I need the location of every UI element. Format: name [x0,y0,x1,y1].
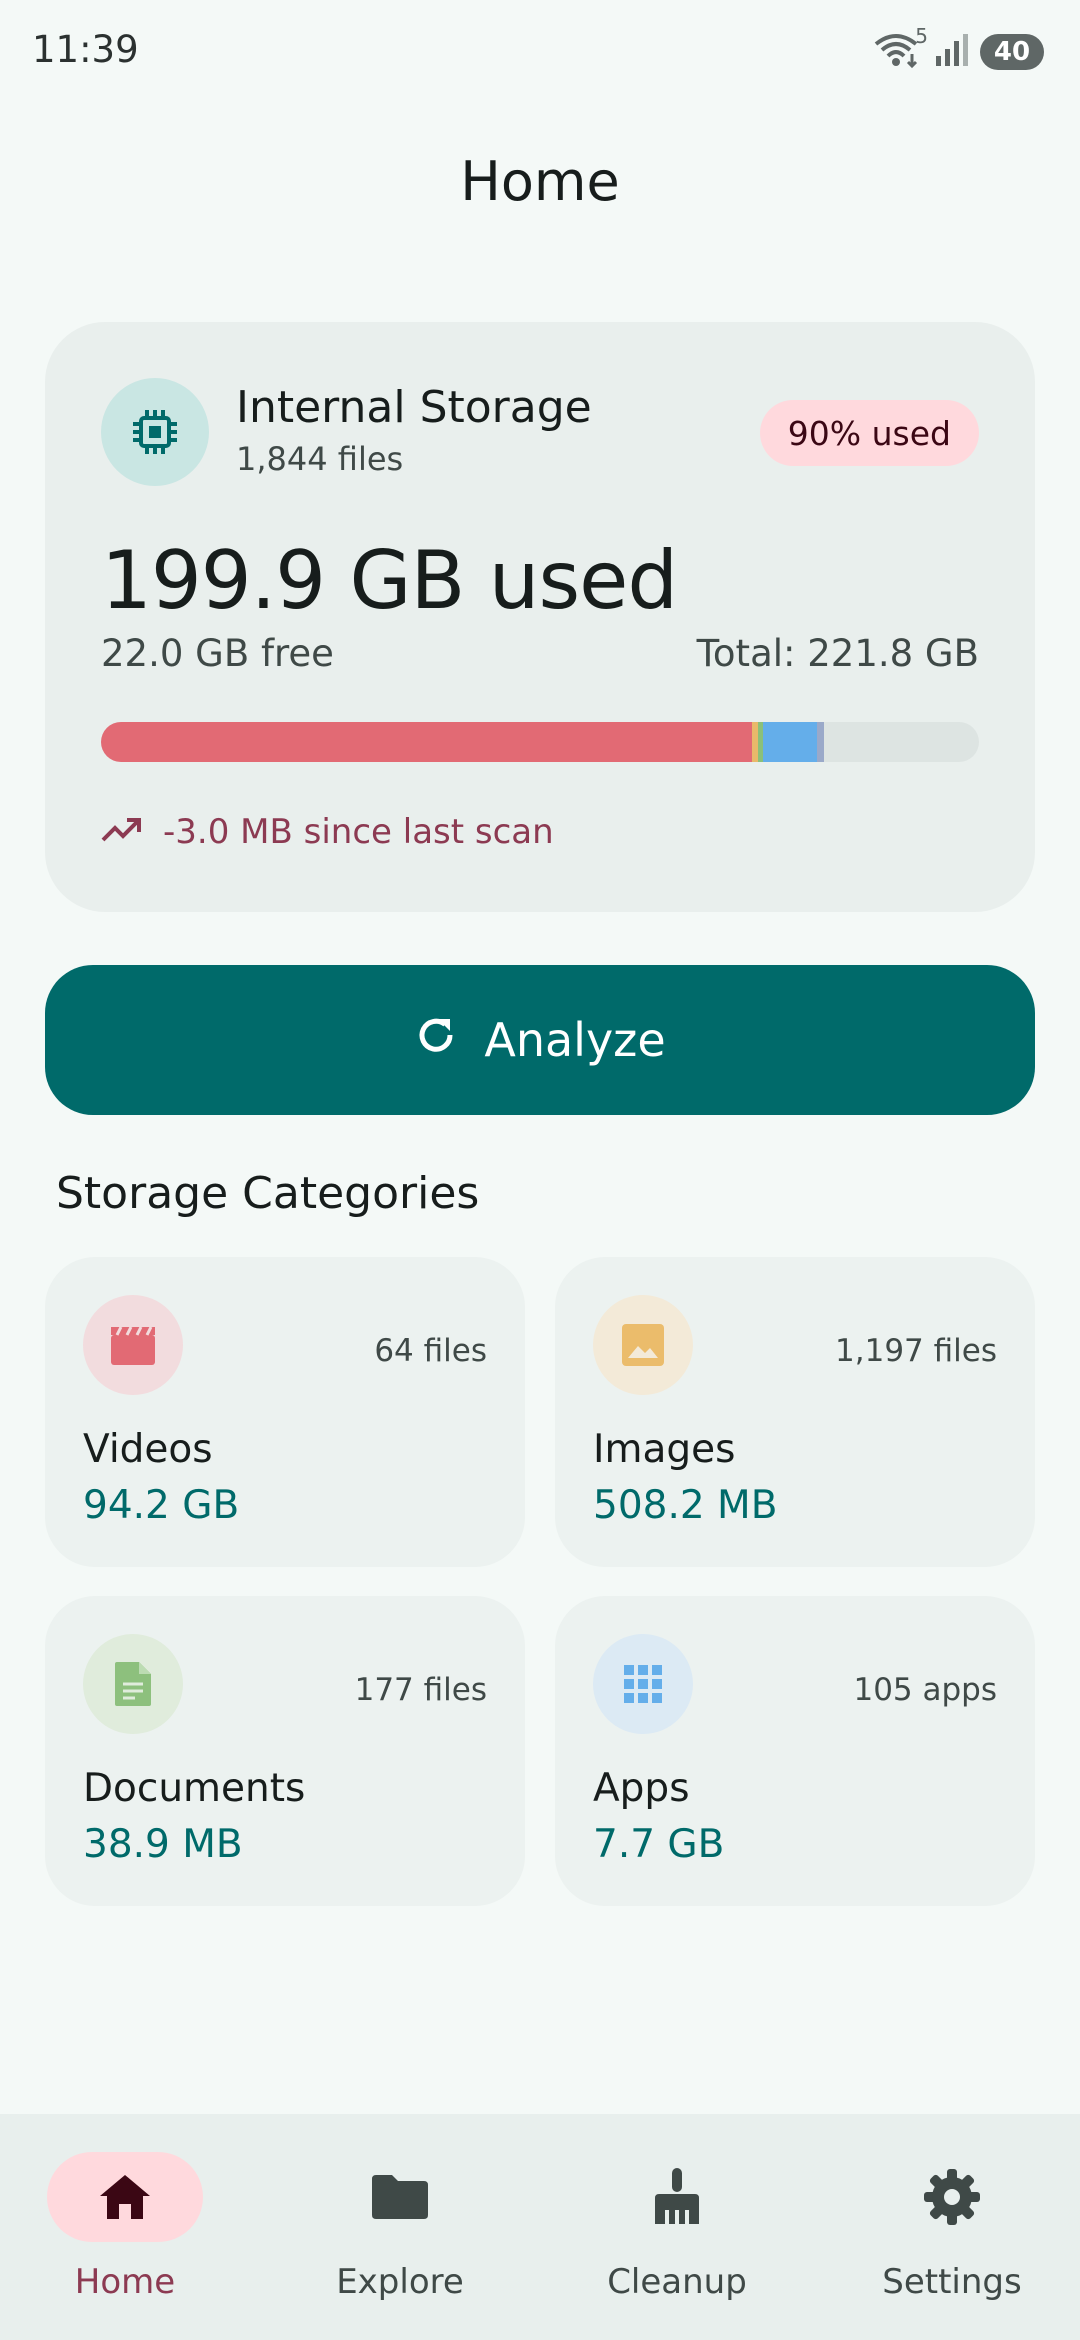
category-card-images[interactable]: 1,197 files Images 508.2 MB [555,1257,1035,1567]
folder-icon [322,2152,478,2242]
page-title: Home [460,150,620,213]
nav-item-cleanup[interactable]: Cleanup [577,2152,777,2312]
storage-name: Internal Storage [236,382,592,433]
nav-item-home[interactable]: Home [25,2152,225,2312]
usage-percent-badge: 90% used [759,400,979,466]
category-card-documents[interactable]: 177 files Documents 38.9 MB [45,1596,525,1906]
document-icon [83,1634,183,1734]
scan-delta-text: -3.0 MB since last scan [163,812,554,852]
category-size: 94.2 GB [83,1483,240,1528]
gear-icon [874,2152,1030,2242]
category-name: Apps [593,1766,690,1811]
nav-label: Home [74,2262,176,2302]
storage-file-count: 1,844 files [236,440,404,478]
nav-item-explore[interactable]: Explore [300,2152,500,2312]
internal-storage-card[interactable]: Internal Storage 1,844 files 90% used 19… [45,322,1035,912]
image-icon [593,1295,693,1395]
category-name: Documents [83,1766,306,1811]
analyze-button[interactable]: Analyze [45,965,1035,1115]
category-size: 508.2 MB [593,1483,778,1528]
status-icons: 5 40 [872,24,1044,74]
bottom-navigation: Home Explore Cleanup Settings [0,2114,1080,2340]
status-bar: 11:39 5 40 [0,0,1080,100]
signal-icon [934,32,970,72]
category-count: 64 files [374,1333,487,1369]
category-name: Images [593,1427,736,1472]
trending-up-icon [101,816,141,848]
category-card-videos[interactable]: 64 files Videos 94.2 GB [45,1257,525,1567]
usage-segment-videos [101,722,753,762]
chip-icon [101,378,209,486]
broom-icon [599,2152,755,2242]
usage-segment-other [817,722,825,762]
nav-item-settings[interactable]: Settings [852,2152,1052,2312]
analyze-label: Analyze [484,1013,666,1067]
storage-categories-title: Storage Categories [56,1168,480,1219]
category-name: Videos [83,1427,213,1472]
nav-label: Settings [882,2262,1022,2302]
usage-segment-apps [763,722,818,762]
network-badge: 5 [915,24,928,48]
home-icon [47,2152,203,2242]
clapperboard-icon [83,1295,183,1395]
used-amount: 199.9 GB used [101,534,678,627]
nav-label: Explore [336,2262,464,2302]
trend-row: -3.0 MB since last scan [101,812,554,852]
refresh-icon [414,1013,458,1068]
battery-icon: 40 [980,34,1044,70]
category-count: 1,197 files [835,1333,997,1369]
category-count: 105 apps [853,1672,997,1708]
storage-usage-bar [101,722,979,762]
nav-label: Cleanup [607,2262,747,2302]
category-card-apps[interactable]: 105 apps Apps 7.7 GB [555,1596,1035,1906]
apps-grid-icon [593,1634,693,1734]
category-size: 38.9 MB [83,1822,243,1867]
status-time: 11:39 [32,28,139,71]
category-size: 7.7 GB [593,1822,725,1867]
wifi-icon: 5 [872,24,928,74]
total-amount: Total: 221.8 GB [696,632,979,675]
free-amount: 22.0 GB free [101,632,334,675]
category-count: 177 files [354,1672,487,1708]
